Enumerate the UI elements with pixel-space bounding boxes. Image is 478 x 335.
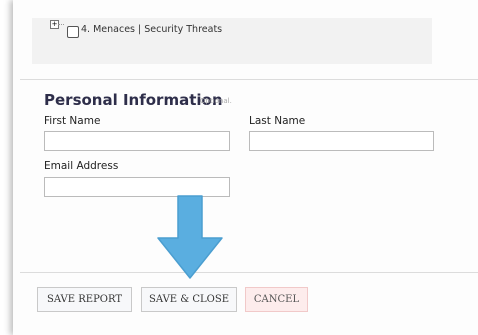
cancel-button[interactable]: CANCEL <box>245 287 308 312</box>
footer-divider <box>20 272 478 273</box>
last-name-label: Last Name <box>249 115 306 127</box>
optional-hint: Optional. <box>200 97 232 105</box>
first-name-label: First Name <box>44 115 101 127</box>
last-name-input[interactable] <box>249 131 434 151</box>
tree-item-checkbox[interactable] <box>67 26 79 38</box>
section-title: Personal Information <box>44 91 223 109</box>
section-divider <box>20 79 478 80</box>
save-report-button[interactable]: SAVE REPORT <box>37 287 132 312</box>
tree-connector-line <box>58 24 64 25</box>
email-label: Email Address <box>44 160 119 172</box>
down-arrow-icon <box>157 195 223 279</box>
tree-item-label: 4. Menaces | Security Threats <box>81 24 223 35</box>
first-name-input[interactable] <box>44 131 230 151</box>
save-close-button[interactable]: SAVE & CLOSE <box>141 287 237 312</box>
